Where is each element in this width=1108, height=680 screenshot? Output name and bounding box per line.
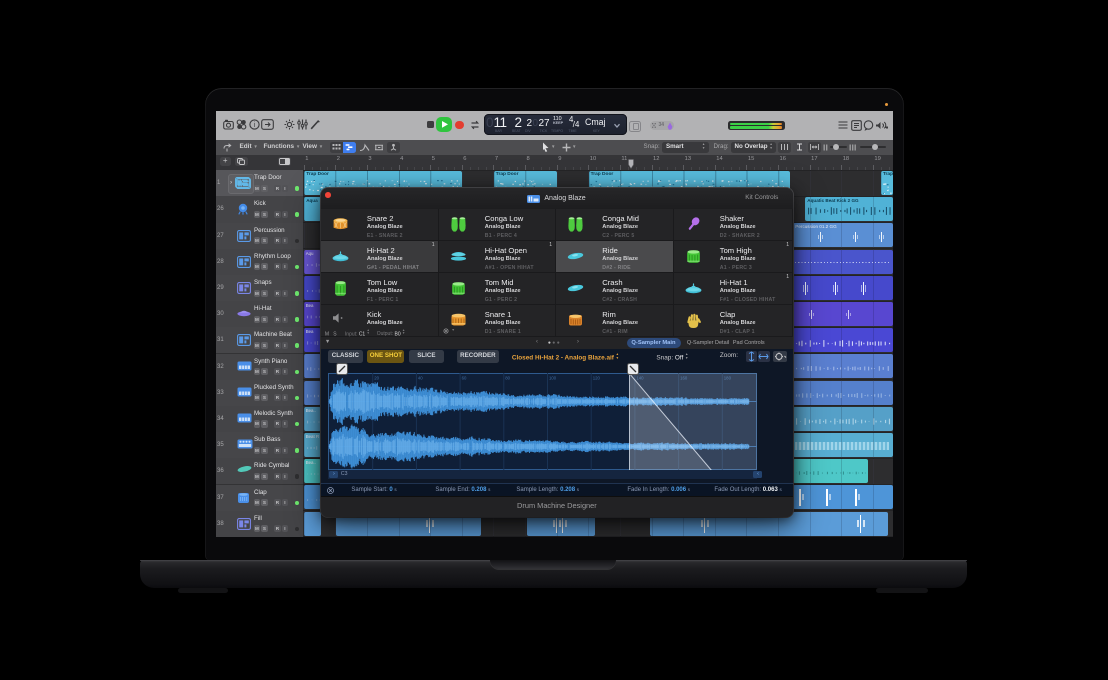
svg-text:60: 60: [462, 375, 467, 380]
svg-text:i: i: [253, 122, 255, 129]
svg-text:80: 80: [505, 375, 510, 380]
svg-text:40: 40: [418, 375, 423, 380]
svg-text:100: 100: [549, 375, 557, 380]
svg-text:20: 20: [374, 375, 379, 380]
svg-text:120: 120: [593, 375, 601, 380]
